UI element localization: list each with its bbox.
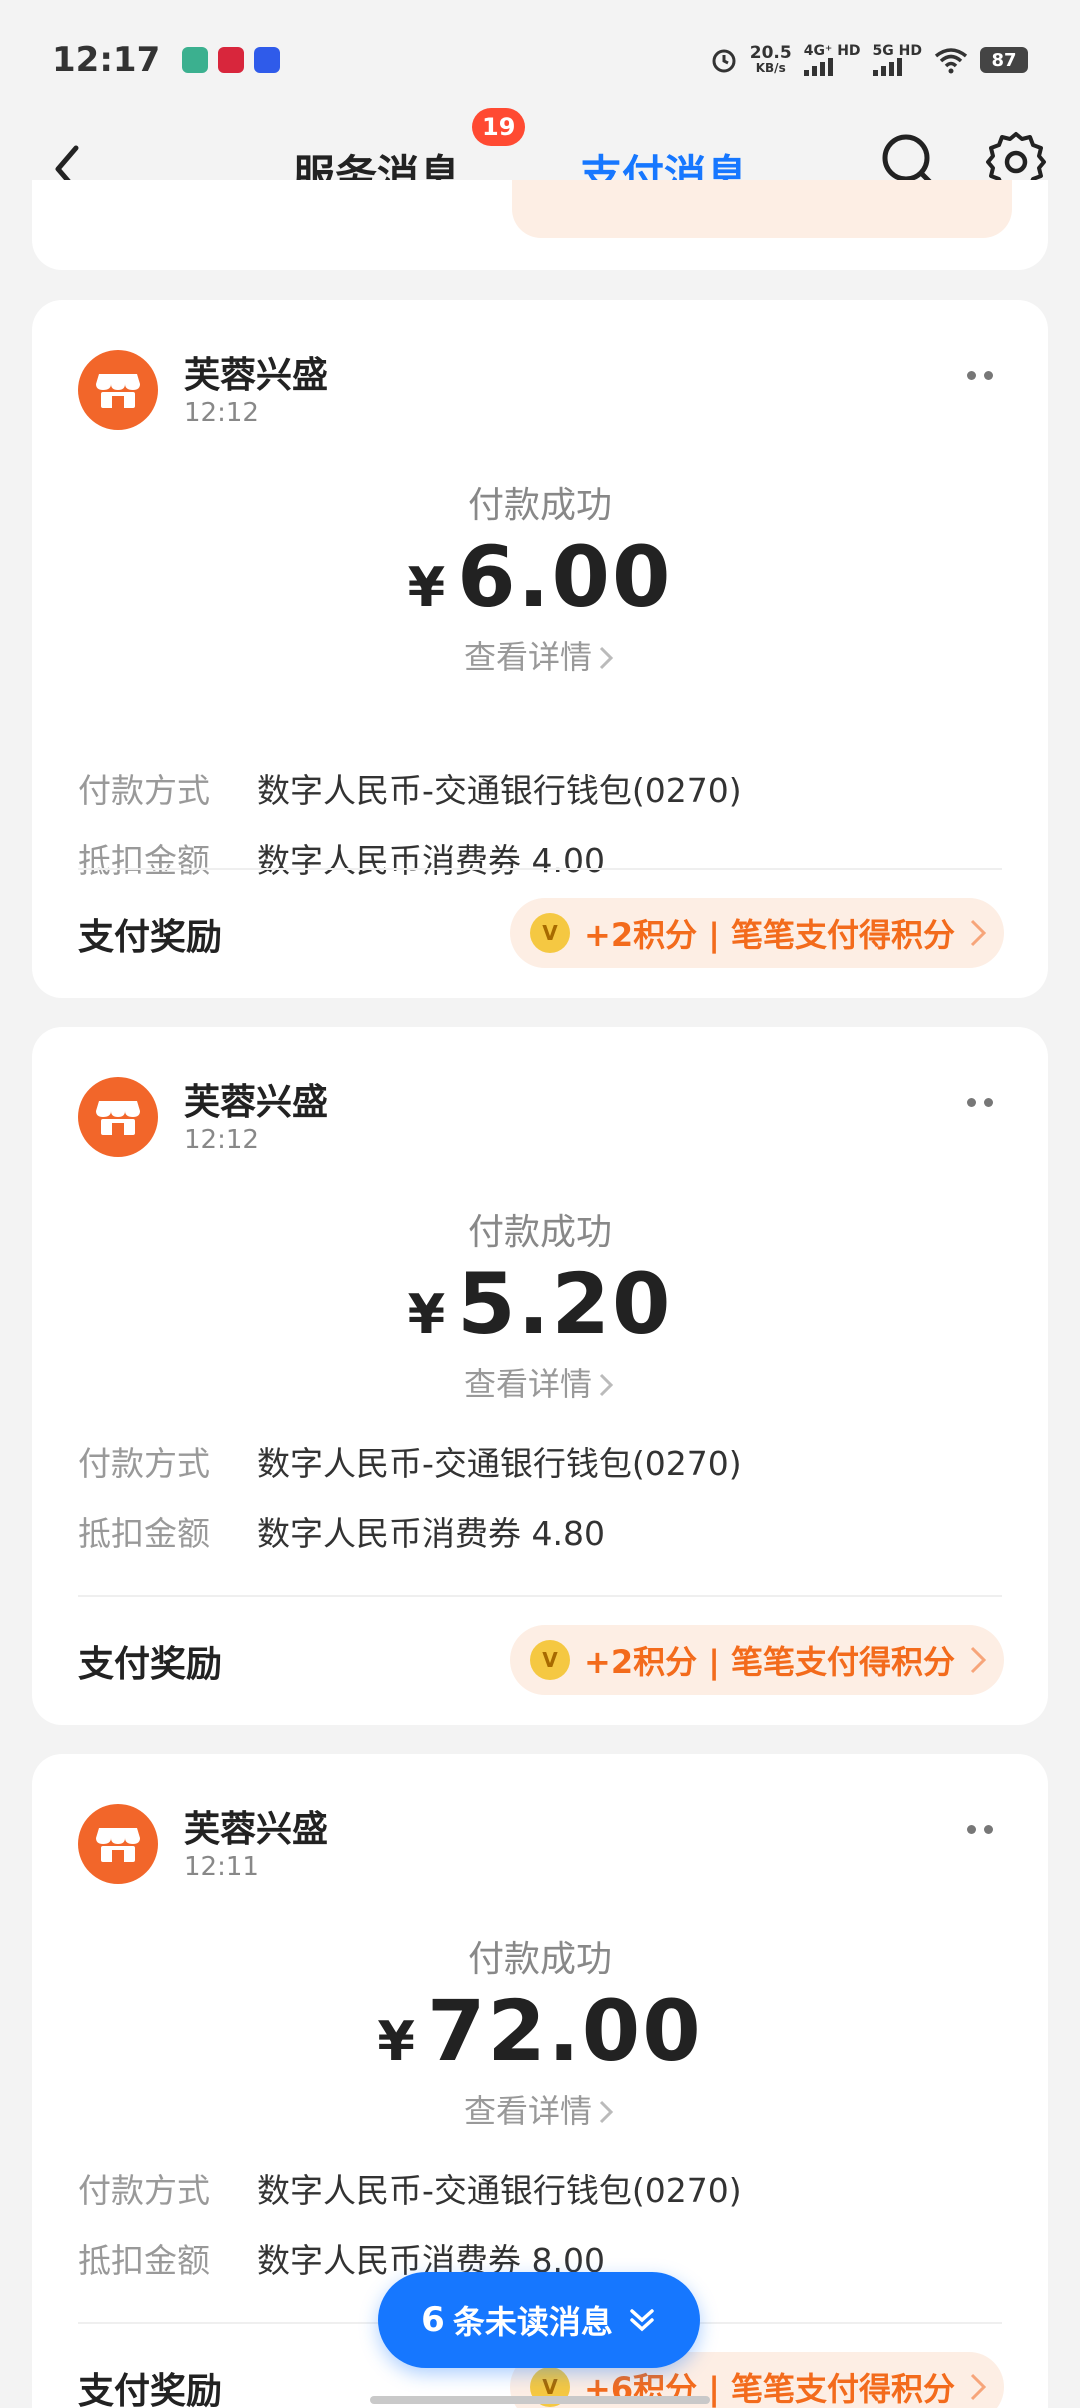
view-details-label: 查看详情 <box>463 1365 592 1403</box>
reward-label: 支付奖励 <box>78 917 223 958</box>
divider <box>78 1595 1002 1597</box>
chevron-right-icon <box>970 919 987 947</box>
store-icon <box>78 1804 158 1884</box>
reward-pill-partial <box>512 180 1012 238</box>
chevron-right-icon <box>970 1646 987 1674</box>
deduction-value: 数字人民币消费券 4.80 <box>257 1514 605 1553</box>
wifi-icon <box>934 48 968 74</box>
merchant-name: 芙蓉兴盛 <box>184 1809 329 1850</box>
unread-messages-button[interactable]: 6 条未读消息 <box>378 2272 700 2368</box>
net-type-1: 4G⁺ HD <box>803 43 861 59</box>
battery-icon: 87 <box>980 47 1028 73</box>
double-chevron-down-icon <box>630 2309 654 2332</box>
payment-status: 付款成功 <box>467 1939 612 1980</box>
currency-symbol: ¥ <box>407 1283 448 1346</box>
reward-points-pill[interactable]: V +2积分 | 笔笔支付得积分 <box>510 898 1004 968</box>
store-icon <box>78 350 158 430</box>
status-bar: 12:17 20.5 KB/s 4G⁺ HD 5G HD 87 <box>0 0 1080 120</box>
merchant-name: 芙蓉兴盛 <box>184 355 329 396</box>
signal-1: 4G⁺ HD <box>803 43 861 76</box>
chevron-right-icon <box>599 1373 614 1397</box>
app-notification-icon <box>254 47 281 73</box>
signal-bars-icon <box>872 58 922 76</box>
coin-icon: V <box>530 1640 570 1680</box>
deduction-label: 抵扣金额 <box>78 2241 210 2280</box>
reward-label: 支付奖励 <box>78 1644 223 1685</box>
currency-symbol: ¥ <box>407 556 448 619</box>
view-details-label: 查看详情 <box>463 638 592 676</box>
status-time: 12:17 <box>52 40 161 80</box>
more-dots-icon[interactable] <box>950 1087 1010 1117</box>
payment-status: 付款成功 <box>467 485 612 526</box>
net-type-2: 5G HD <box>872 43 922 59</box>
payment-method-value: 数字人民币-交通银行钱包(0270) <box>257 2171 742 2210</box>
payment-status: 付款成功 <box>467 1212 612 1253</box>
signal-2: 5G HD <box>872 43 922 76</box>
payment-method-label: 付款方式 <box>78 1444 210 1483</box>
merchant-name: 芙蓉兴盛 <box>184 1082 329 1123</box>
divider <box>78 868 1002 870</box>
net-speed-unit: KB/s <box>755 61 786 75</box>
payment-method-value: 数字人民币-交通银行钱包(0270) <box>257 1444 742 1483</box>
app-notification-icon <box>182 47 209 73</box>
message-time: 12:11 <box>184 1852 259 1882</box>
chevron-right-icon <box>970 2373 987 2401</box>
alarm-icon <box>712 49 736 73</box>
net-speed: 20.5 KB/s <box>750 45 792 75</box>
amount-value: 72.00 <box>426 1982 703 2080</box>
payment-method-label: 付款方式 <box>78 2171 210 2210</box>
reward-points-pill[interactable]: V +2积分 | 笔笔支付得积分 <box>510 1625 1004 1695</box>
app-notification-icon <box>218 47 245 73</box>
payment-method-value: 数字人民币-交通银行钱包(0270) <box>257 771 742 810</box>
unread-count: 6 <box>421 2300 445 2340</box>
more-dots-icon[interactable] <box>950 360 1010 390</box>
amount-value: 6.00 <box>457 528 673 626</box>
reward-text: +2积分 | 笔笔支付得积分 <box>584 916 956 954</box>
reward-label: 支付奖励 <box>78 2371 223 2408</box>
payment-amount: ¥72.00 <box>32 1982 1048 2080</box>
unread-badge: 19 <box>472 108 526 146</box>
amount-value: 5.20 <box>457 1255 673 1353</box>
payment-method-label: 付款方式 <box>78 771 210 810</box>
message-time: 12:12 <box>184 398 259 428</box>
payment-amount: ¥6.00 <box>32 528 1048 626</box>
signal-bars-icon <box>803 58 861 76</box>
message-card-partial <box>32 180 1048 270</box>
more-dots-icon[interactable] <box>950 1814 1010 1844</box>
payment-message-card[interactable]: 芙蓉兴盛 12:12 付款成功 ¥6.00 查看详情 付款方式 数字人民币-交通… <box>32 300 1048 998</box>
deduction-label: 抵扣金额 <box>78 1514 210 1553</box>
chevron-right-icon <box>599 646 614 670</box>
chevron-right-icon <box>599 2100 614 2124</box>
payment-message-card[interactable]: 芙蓉兴盛 12:12 付款成功 ¥5.20 查看详情 付款方式 数字人民币-交通… <box>32 1027 1048 1725</box>
deduction-value: 数字人民币消费券 4.00 <box>257 841 605 880</box>
view-details-link[interactable]: 查看详情 <box>32 2086 1048 2132</box>
net-speed-value: 20.5 <box>749 43 792 63</box>
store-icon <box>78 1077 158 1157</box>
view-details-link[interactable]: 查看详情 <box>32 1359 1048 1405</box>
status-indicators: 20.5 KB/s 4G⁺ HD 5G HD 87 <box>710 44 1028 76</box>
reward-text: +2积分 | 笔笔支付得积分 <box>584 1643 956 1681</box>
home-indicator[interactable] <box>370 2396 710 2404</box>
view-details-link[interactable]: 查看详情 <box>32 632 1048 678</box>
view-details-label: 查看详情 <box>463 2092 592 2130</box>
payment-amount: ¥5.20 <box>32 1255 1048 1353</box>
currency-symbol: ¥ <box>377 2010 417 2073</box>
message-time: 12:12 <box>184 1125 259 1155</box>
deduction-label: 抵扣金额 <box>78 841 210 880</box>
unread-label: 条未读消息 <box>452 2303 613 2341</box>
coin-icon: V <box>530 913 570 953</box>
